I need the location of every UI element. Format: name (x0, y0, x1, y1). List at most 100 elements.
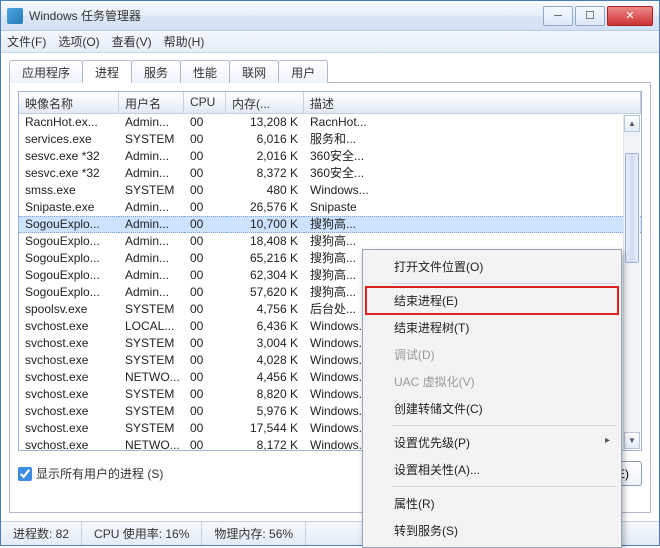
tab-services[interactable]: 服务 (131, 60, 181, 83)
menu-end-process[interactable]: 结束进程(E) (366, 287, 618, 314)
table-row[interactable]: Snipaste.exeAdmin...0026,576 KSnipaste (19, 199, 641, 216)
cell-description: RacnHot... (304, 114, 641, 131)
tab-networking[interactable]: 联网 (229, 60, 279, 83)
cell-image-name: spoolsv.exe (19, 301, 119, 318)
cell-user: SYSTEM (119, 386, 184, 403)
cell-cpu: 00 (184, 165, 226, 182)
cell-image-name: sesvc.exe *32 (19, 165, 119, 182)
cell-cpu: 00 (184, 284, 226, 301)
menu-help[interactable]: 帮助(H) (164, 33, 205, 50)
tab-applications[interactable]: 应用程序 (9, 60, 83, 83)
col-header-image[interactable]: 映像名称 (19, 92, 119, 113)
show-all-users-input[interactable] (18, 467, 32, 481)
col-header-memory[interactable]: 内存(... (226, 92, 304, 113)
cell-user: SYSTEM (119, 131, 184, 148)
cell-image-name: SogouExplo... (19, 216, 119, 233)
cell-image-name: SogouExplo... (19, 233, 119, 250)
tab-processes[interactable]: 进程 (82, 60, 132, 83)
menu-separator (392, 486, 616, 487)
cell-memory: 13,208 K (226, 114, 304, 131)
vertical-scrollbar[interactable]: ▲ ▼ (623, 115, 640, 449)
cell-description: 360安全... (304, 148, 641, 165)
cell-cpu: 00 (184, 403, 226, 420)
cell-user: SYSTEM (119, 335, 184, 352)
cell-cpu: 00 (184, 386, 226, 403)
cell-memory: 8,172 K (226, 437, 304, 451)
scroll-thumb[interactable] (625, 153, 639, 263)
cell-memory: 8,820 K (226, 386, 304, 403)
show-all-users-checkbox[interactable]: 显示所有用户的进程 (S) (18, 465, 163, 482)
app-icon (7, 8, 23, 24)
menu-options[interactable]: 选项(O) (58, 33, 99, 50)
scroll-down-button[interactable]: ▼ (624, 432, 640, 449)
cell-user: Admin... (119, 233, 184, 250)
cell-memory: 4,028 K (226, 352, 304, 369)
cell-user: Admin... (119, 165, 184, 182)
cell-user: LOCAL... (119, 318, 184, 335)
menu-set-priority[interactable]: 设置优先级(P) (366, 429, 618, 456)
cell-user: SYSTEM (119, 182, 184, 199)
cell-description: 搜狗高... (304, 233, 641, 250)
cell-cpu: 00 (184, 318, 226, 335)
col-header-cpu[interactable]: CPU (184, 92, 226, 113)
col-header-description[interactable]: 描述 (304, 92, 641, 113)
table-row[interactable]: SogouExplo...Admin...0010,700 K搜狗高... (19, 216, 641, 233)
menu-properties[interactable]: 属性(R) (366, 490, 618, 517)
close-button[interactable]: ✕ (607, 6, 653, 26)
cell-image-name: sesvc.exe *32 (19, 148, 119, 165)
menu-view[interactable]: 查看(V) (112, 33, 152, 50)
status-cpu-usage: CPU 使用率: 16% (82, 522, 202, 545)
status-process-count: 进程数: 82 (1, 522, 82, 545)
cell-memory: 5,976 K (226, 403, 304, 420)
tab-users[interactable]: 用户 (278, 60, 328, 83)
cell-user: Admin... (119, 250, 184, 267)
menu-uac-virtualization: UAC 虚拟化(V) (366, 368, 618, 395)
menu-open-file-location[interactable]: 打开文件位置(O) (366, 253, 618, 280)
maximize-button[interactable]: ☐ (575, 6, 605, 26)
col-header-user[interactable]: 用户名 (119, 92, 184, 113)
cell-description: 360安全... (304, 165, 641, 182)
tab-performance[interactable]: 性能 (180, 60, 230, 83)
cell-user: Admin... (119, 199, 184, 216)
cell-image-name: svchost.exe (19, 318, 119, 335)
table-row[interactable]: sesvc.exe *32Admin...008,372 K360安全... (19, 165, 641, 182)
menu-set-affinity[interactable]: 设置相关性(A)... (366, 456, 618, 483)
menu-create-dump[interactable]: 创建转储文件(C) (366, 395, 618, 422)
minimize-button[interactable]: ─ (543, 6, 573, 26)
cell-user: NETWO... (119, 437, 184, 451)
table-row[interactable]: services.exeSYSTEM006,016 K服务和... (19, 131, 641, 148)
menu-separator (392, 425, 616, 426)
show-all-users-label: 显示所有用户的进程 (S) (36, 465, 163, 482)
titlebar[interactable]: Windows 任务管理器 ─ ☐ ✕ (1, 1, 659, 31)
cell-cpu: 00 (184, 301, 226, 318)
cell-cpu: 00 (184, 267, 226, 284)
cell-user: SYSTEM (119, 403, 184, 420)
cell-memory: 17,544 K (226, 420, 304, 437)
table-row[interactable]: RacnHot.ex...Admin...0013,208 KRacnHot..… (19, 114, 641, 131)
cell-description: Windows... (304, 182, 641, 199)
cell-image-name: svchost.exe (19, 437, 119, 451)
table-row[interactable]: smss.exeSYSTEM00480 KWindows... (19, 182, 641, 199)
cell-user: NETWO... (119, 369, 184, 386)
cell-cpu: 00 (184, 437, 226, 451)
context-menu: 打开文件位置(O) 结束进程(E) 结束进程树(T) 调试(D) UAC 虚拟化… (362, 249, 622, 548)
cell-cpu: 00 (184, 182, 226, 199)
menu-end-process-tree[interactable]: 结束进程树(T) (366, 314, 618, 341)
cell-cpu: 00 (184, 216, 226, 233)
table-row[interactable]: SogouExplo...Admin...0018,408 K搜狗高... (19, 233, 641, 250)
cell-user: SYSTEM (119, 420, 184, 437)
menu-file[interactable]: 文件(F) (7, 33, 46, 50)
cell-image-name: services.exe (19, 131, 119, 148)
list-header: 映像名称 用户名 CPU 内存(... 描述 (19, 92, 641, 114)
cell-image-name: SogouExplo... (19, 250, 119, 267)
scroll-up-button[interactable]: ▲ (624, 115, 640, 132)
menu-goto-service[interactable]: 转到服务(S) (366, 517, 618, 544)
table-row[interactable]: sesvc.exe *32Admin...002,016 K360安全... (19, 148, 641, 165)
cell-description: 服务和... (304, 131, 641, 148)
menu-separator (392, 283, 616, 284)
cell-image-name: smss.exe (19, 182, 119, 199)
menu-debug: 调试(D) (366, 341, 618, 368)
cell-cpu: 00 (184, 131, 226, 148)
status-memory-usage: 物理内存: 56% (202, 522, 306, 545)
cell-memory: 6,436 K (226, 318, 304, 335)
